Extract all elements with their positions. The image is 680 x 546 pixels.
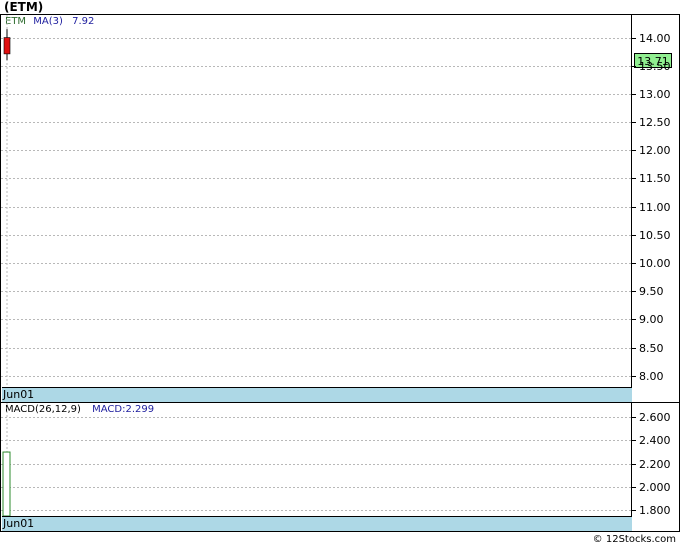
- price-y-tick-label: 9.00: [639, 312, 664, 326]
- price-y-tick: [632, 38, 636, 39]
- price-y-tick: [632, 207, 636, 208]
- price-y-tick: [632, 263, 636, 264]
- price-y-tick: [632, 66, 636, 67]
- price-y-tick-label: 13.50: [639, 59, 671, 73]
- macd-y-tick: [632, 487, 636, 488]
- candle-body: [3, 37, 11, 55]
- macd-y-tick-label: 2.600: [639, 410, 671, 424]
- macd-y-tick: [632, 440, 636, 441]
- price-y-tick: [632, 122, 636, 123]
- price-y-tick: [632, 348, 636, 349]
- price-y-tick: [632, 376, 636, 377]
- chart-title: (ETM): [4, 0, 44, 14]
- macd-y-tick-label: 2.200: [639, 457, 671, 471]
- macd-date-label: Jun01: [3, 517, 35, 530]
- price-y-tick-label: 11.00: [639, 200, 671, 214]
- macd-y-axis: [631, 403, 632, 516]
- macd-y-tick: [632, 510, 636, 511]
- price-y-tick: [632, 319, 636, 320]
- macd-y-tick-label: 2.000: [639, 480, 671, 494]
- macd-panel: MACD(26,12,9) MACD:2.299 Jun01 2.600 2.40…: [0, 402, 680, 532]
- price-y-tick-label: 8.00: [639, 369, 664, 383]
- macd-y-tick-label: 1.800: [639, 503, 671, 517]
- price-y-tick: [632, 178, 636, 179]
- macd-y-tick: [632, 464, 636, 465]
- macd-y-tick: [632, 417, 636, 418]
- footer-credit: © 12Stocks.com: [592, 534, 676, 545]
- price-y-tick: [632, 94, 636, 95]
- price-y-tick-label: 13.00: [639, 87, 671, 101]
- price-y-tick-label: 12.00: [639, 143, 671, 157]
- price-y-tick-label: 12.50: [639, 115, 671, 129]
- price-y-tick-label: 8.50: [639, 341, 664, 355]
- price-y-axis: [631, 15, 632, 387]
- price-date-bar: Jun01: [2, 387, 632, 403]
- price-y-tick: [632, 235, 636, 236]
- price-y-tick: [632, 150, 636, 151]
- price-y-tick-label: 11.50: [639, 171, 671, 185]
- macd-plot: [1, 403, 631, 516]
- price-date-label: Jun01: [3, 388, 35, 401]
- price-plot: [1, 15, 631, 387]
- macd-bar: [2, 451, 11, 516]
- price-panel: ETM MA(3) 7.92 13.71 Jun01 14.00 13.50 13.…: [0, 14, 680, 403]
- price-y-tick: [632, 291, 636, 292]
- price-y-tick-label: 10.50: [639, 228, 671, 242]
- price-y-tick-label: 9.50: [639, 284, 664, 298]
- price-y-tick-label: 10.00: [639, 256, 671, 270]
- price-y-tick-label: 14.00: [639, 31, 671, 45]
- macd-y-tick-label: 2.400: [639, 433, 671, 447]
- macd-date-bar: Jun01: [2, 516, 632, 532]
